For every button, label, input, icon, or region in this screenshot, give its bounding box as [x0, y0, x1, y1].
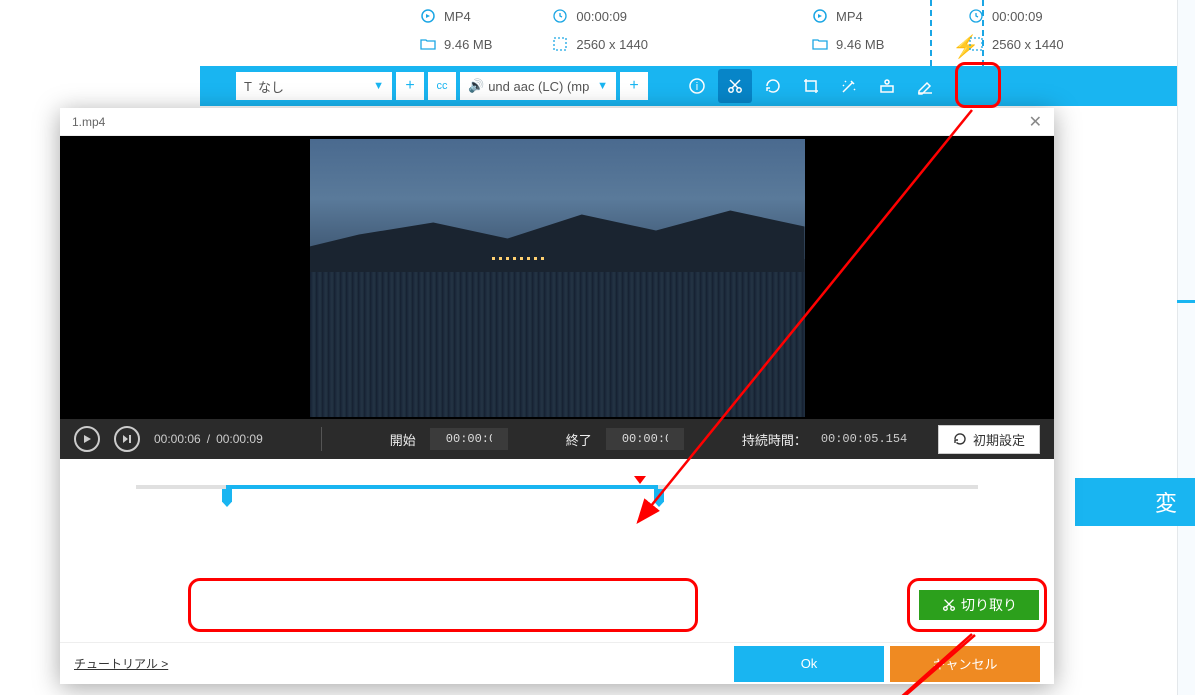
format-value: MP4 — [444, 9, 471, 24]
trim-track[interactable] — [136, 485, 978, 489]
cut-button[interactable]: 切り取り — [919, 590, 1039, 620]
cancel-button[interactable]: キャンセル — [890, 646, 1040, 682]
playhead-time: 00:00:06 / 00:00:09 — [154, 432, 263, 446]
file-info-row: MP4 9.46 MB 00:00:09 2560 x 1440 — [200, 0, 1190, 66]
format-value-out: MP4 — [836, 9, 863, 24]
tutorial-link[interactable]: チュートリアル > — [74, 655, 168, 672]
clock-icon — [968, 8, 984, 24]
subtitle-select-value: なし — [258, 77, 284, 96]
audio-select[interactable]: 🔊 und aac (LC) (mp ▼ — [460, 72, 616, 100]
video-preview — [60, 136, 1054, 419]
cut-tool-button[interactable] — [718, 69, 752, 103]
duration-value-out: 00:00:09 — [992, 9, 1043, 24]
duration-value: 00:00:09 — [576, 9, 627, 24]
resolution-icon — [968, 36, 984, 52]
trim-selected-range — [226, 485, 658, 489]
resolution-icon — [552, 36, 568, 52]
dialog-titlebar: 1.mp4 ✕ — [60, 108, 1054, 136]
effects-button[interactable] — [832, 69, 866, 103]
convert-button[interactable]: 変 — [1075, 478, 1195, 526]
cc-button[interactable]: cc — [428, 72, 456, 100]
audio-select-value: und aac (LC) (mp — [488, 79, 589, 94]
svg-text:i: i — [696, 81, 698, 93]
edit-toolbar: T なし ▼ + cc 🔊 und aac (LC) (mp ▼ + i — [200, 66, 1195, 106]
clock-icon — [552, 8, 568, 24]
side-tab-indicator — [1177, 300, 1195, 303]
info-button[interactable]: i — [680, 69, 714, 103]
playhead-marker[interactable] — [634, 476, 646, 484]
rotate-button[interactable] — [756, 69, 790, 103]
trim-handle-start[interactable] — [222, 489, 232, 507]
size-value: 9.46 MB — [444, 37, 492, 52]
trim-timeline-area — [60, 459, 1054, 499]
duration-label: 持続時間： — [742, 430, 807, 449]
main-window: MP4 9.46 MB 00:00:09 2560 x 1440 — [0, 0, 1195, 695]
folder-icon — [812, 36, 828, 52]
video-frame — [310, 139, 805, 417]
size-value-out: 9.46 MB — [836, 37, 884, 52]
crop-button[interactable] — [794, 69, 828, 103]
divider-dashed — [930, 0, 932, 66]
add-audio-button[interactable]: + — [620, 72, 648, 100]
side-panel — [1177, 0, 1195, 695]
watermark-button[interactable] — [870, 69, 904, 103]
resolution-value: 2560 x 1440 — [576, 37, 648, 52]
dialog-footer: チュートリアル > Ok キャンセル — [60, 642, 1054, 684]
add-subtitle-button[interactable]: + — [396, 72, 424, 100]
start-label: 開始 — [390, 430, 416, 449]
step-button[interactable] — [114, 426, 140, 452]
subtitle-select[interactable]: T なし ▼ — [236, 72, 392, 100]
reset-button[interactable]: 初期設定 — [938, 425, 1040, 454]
resolution-value-out: 2560 x 1440 — [992, 37, 1064, 52]
duration-value: 00:00:05.154 — [821, 432, 907, 446]
end-time-input[interactable] — [606, 428, 684, 450]
dialog-title: 1.mp4 — [72, 115, 105, 129]
player-controls: 00:00:06 / 00:00:09 開始 終了 持続時間： 00:00:05… — [60, 419, 1054, 459]
edit-button[interactable] — [908, 69, 942, 103]
format-icon — [812, 8, 828, 24]
trim-handle-end[interactable] — [654, 489, 664, 507]
play-button[interactable] — [74, 426, 100, 452]
ok-button[interactable]: Ok — [734, 646, 884, 682]
close-icon[interactable]: ✕ — [1029, 112, 1042, 132]
start-time-input[interactable] — [430, 428, 508, 450]
end-label: 終了 — [566, 430, 592, 449]
folder-icon — [420, 36, 436, 52]
format-icon — [420, 8, 436, 24]
trim-dialog: 1.mp4 ✕ 00:00:06 / 00:00:09 — [60, 108, 1054, 684]
